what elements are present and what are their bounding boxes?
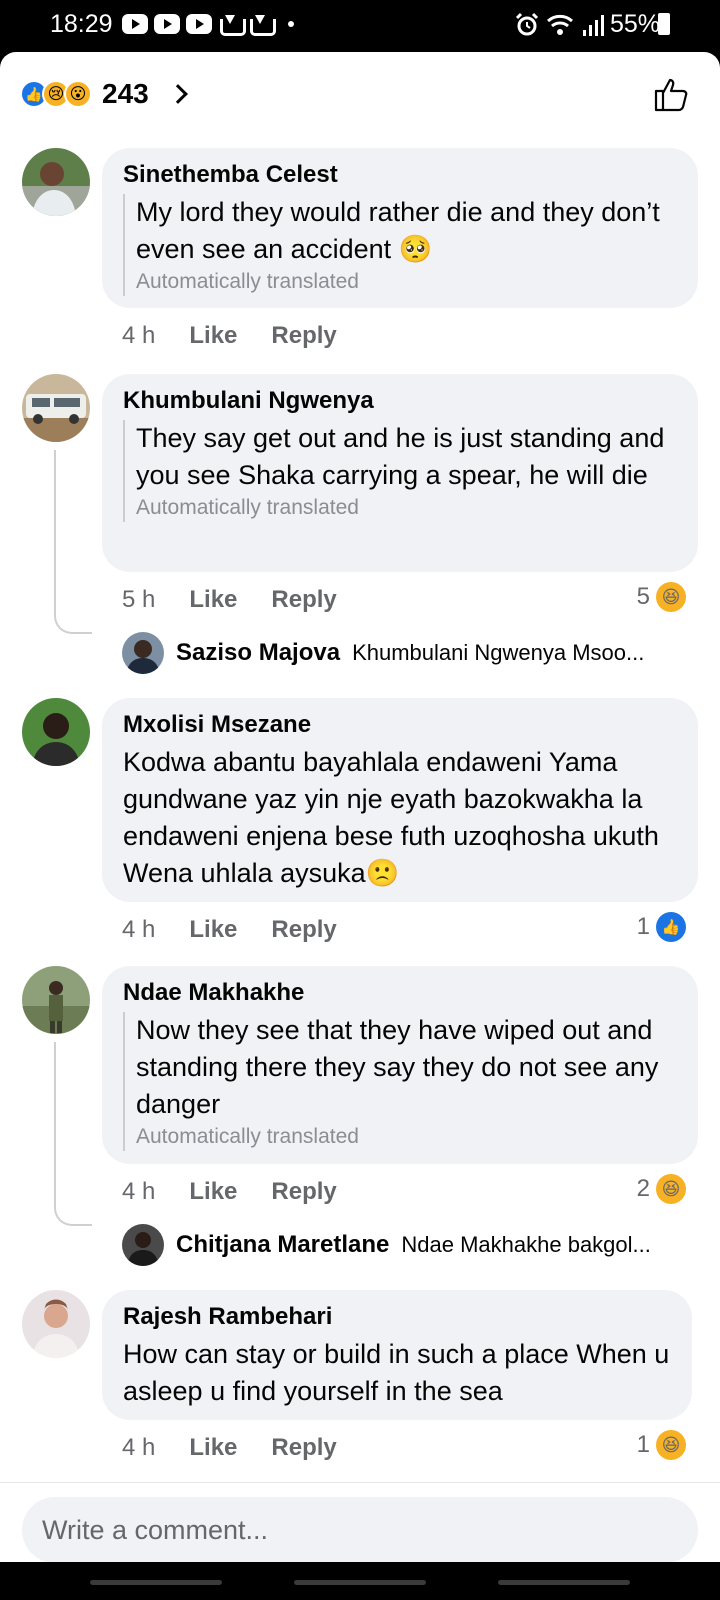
reply-button[interactable]: Reply <box>271 1178 336 1206</box>
comment-actions: 4 h Like Reply <box>122 322 337 350</box>
reply-button[interactable]: Reply <box>271 916 336 944</box>
comment-input[interactable] <box>22 1497 698 1562</box>
avatar[interactable] <box>22 698 90 766</box>
comment-reaction-count: 1 <box>636 913 650 940</box>
reply-avatar[interactable] <box>122 632 164 674</box>
system-icons: 55% <box>514 10 660 39</box>
battery-percentage: 55% <box>609 10 660 38</box>
youtube-icon <box>186 14 212 34</box>
status-bar: 18:29 55% <box>0 0 720 52</box>
comment-bubble[interactable]: Mxolisi Msezane Kodwa abantu bayahlala e… <box>102 698 698 902</box>
like-button[interactable]: Like <box>189 586 237 614</box>
wifi-icon <box>546 14 573 35</box>
reply-avatar[interactable] <box>122 1224 164 1266</box>
comment-reaction-count: 5 <box>636 583 650 610</box>
back-button[interactable] <box>498 1580 630 1585</box>
translated-block: My lord they would rather die and they d… <box>123 194 678 296</box>
comment-reactions[interactable]: 1 👍 <box>637 912 686 942</box>
home-button[interactable] <box>294 1580 426 1585</box>
thread-line <box>54 1042 56 1202</box>
haha-icon: 😆 <box>656 1174 686 1204</box>
comment-author[interactable]: Mxolisi Msezane <box>123 710 678 740</box>
like-icon: 👍 <box>656 912 686 942</box>
comment-author[interactable]: Ndae Makhakhe <box>123 978 678 1008</box>
comment-author[interactable]: Rajesh Rambehari <box>123 1302 672 1332</box>
haha-icon: 😆 <box>656 582 686 612</box>
comment-reaction-count: 2 <box>636 1175 650 1202</box>
like-button[interactable]: Like <box>189 916 237 944</box>
comment-reaction-count: 1 <box>636 1431 650 1458</box>
like-button[interactable]: Like <box>189 322 237 350</box>
comment-actions: 5 h Like Reply <box>122 586 337 614</box>
reply-button[interactable]: Reply <box>271 586 336 614</box>
reply-author: Saziso Majova <box>176 639 341 666</box>
translated-block: They say get out and he is just standing… <box>123 420 678 522</box>
youtube-icon <box>154 14 180 34</box>
download-icon <box>248 13 276 36</box>
reply-button[interactable]: Reply <box>271 1434 336 1462</box>
comment-composer <box>0 1482 720 1562</box>
comment-time: 4 h <box>122 916 156 943</box>
comment-bubble[interactable]: Rajesh Rambehari How can stay or build i… <box>102 1290 692 1420</box>
battery-icon <box>658 13 670 35</box>
comment-bubble[interactable]: Sinethemba Celest My lord they would rat… <box>102 148 698 308</box>
avatar[interactable] <box>22 148 90 216</box>
chevron-right-icon <box>167 84 188 104</box>
comment-text: How can stay or build in such a place Wh… <box>123 1339 670 1406</box>
comment-reactions[interactable]: 5 😆 <box>637 582 686 612</box>
reply-preview[interactable]: Chitjana Maretlane Ndae Makhakhe bakgol.… <box>122 1224 692 1266</box>
reply-button[interactable]: Reply <box>271 322 336 350</box>
alarm-icon <box>515 12 539 35</box>
comment-actions: 4 h Like Reply <box>122 1434 337 1462</box>
reply-text: Ndae Makhakhe bakgol... <box>401 1232 651 1257</box>
auto-translated-label[interactable]: Automatically translated <box>136 1123 678 1151</box>
auto-translated-label[interactable]: Automatically translated <box>136 268 678 296</box>
comment-author[interactable]: Khumbulani Ngwenya <box>123 386 678 416</box>
comment-time: 4 h <box>122 1434 156 1461</box>
like-button[interactable]: Like <box>189 1178 237 1206</box>
comment-text: They say get out and he is just standing… <box>136 423 665 490</box>
comment-bubble[interactable]: Ndae Makhakhe Now they see that they hav… <box>102 966 698 1164</box>
comment-time: 4 h <box>122 1178 156 1205</box>
auto-translated-label[interactable]: Automatically translated <box>136 494 678 522</box>
comment-text: Now they see that they have wiped out an… <box>136 1015 659 1119</box>
comment-reactions[interactable]: 1 😆 <box>637 1430 686 1460</box>
comment-actions: 4 h Like Reply <box>122 916 337 944</box>
avatar[interactable] <box>22 1290 90 1358</box>
reaction-count: 243 <box>102 78 149 109</box>
comment-time: 4 h <box>122 322 156 349</box>
comment-bubble[interactable]: Khumbulani Ngwenya They say get out and … <box>102 374 698 572</box>
youtube-icon <box>122 14 148 34</box>
reactions-summary[interactable]: 👍 😢 😮 243 <box>20 78 188 110</box>
comment-reactions[interactable]: 2 😆 <box>637 1174 686 1204</box>
download-icon <box>218 13 246 36</box>
reply-text: Khumbulani Ngwenya Msoo... <box>352 640 645 665</box>
frown-emoji: 🙁 <box>365 858 400 888</box>
comment-actions: 4 h Like Reply <box>122 1178 337 1206</box>
wow-icon: 😮 <box>64 80 92 108</box>
comments-sheet: 👍 😢 😮 243 Sinethemba Celest My lord they… <box>0 52 720 1562</box>
navigation-bar <box>0 1562 720 1600</box>
reply-author: Chitjana Maretlane <box>176 1231 390 1258</box>
comment-author[interactable]: Sinethemba Celest <box>123 160 678 190</box>
thread-line <box>54 450 56 610</box>
pleading-emoji: 🥺 <box>398 234 433 264</box>
avatar[interactable] <box>22 374 90 442</box>
like-button[interactable]: Like <box>189 1434 237 1462</box>
reply-preview[interactable]: Saziso Majova Khumbulani Ngwenya Msoo... <box>122 632 692 674</box>
signal-icon <box>582 14 604 36</box>
comment-text: Kodwa abantu bayahlala endaweni Yama gun… <box>123 747 659 888</box>
thread-connector <box>54 1202 92 1226</box>
recents-button[interactable] <box>90 1580 222 1585</box>
more-notifications-dot-icon <box>288 21 294 27</box>
avatar[interactable] <box>22 966 90 1034</box>
thread-connector <box>54 610 92 634</box>
translated-block: Now they see that they have wiped out an… <box>123 1012 678 1151</box>
status-time: 18:29 <box>50 10 113 38</box>
like-post-button[interactable] <box>652 74 692 114</box>
haha-icon: 😆 <box>656 1430 686 1460</box>
comment-text: My lord they would rather die and they d… <box>136 197 660 264</box>
notification-icons <box>122 13 294 36</box>
comment-time: 5 h <box>122 586 156 613</box>
